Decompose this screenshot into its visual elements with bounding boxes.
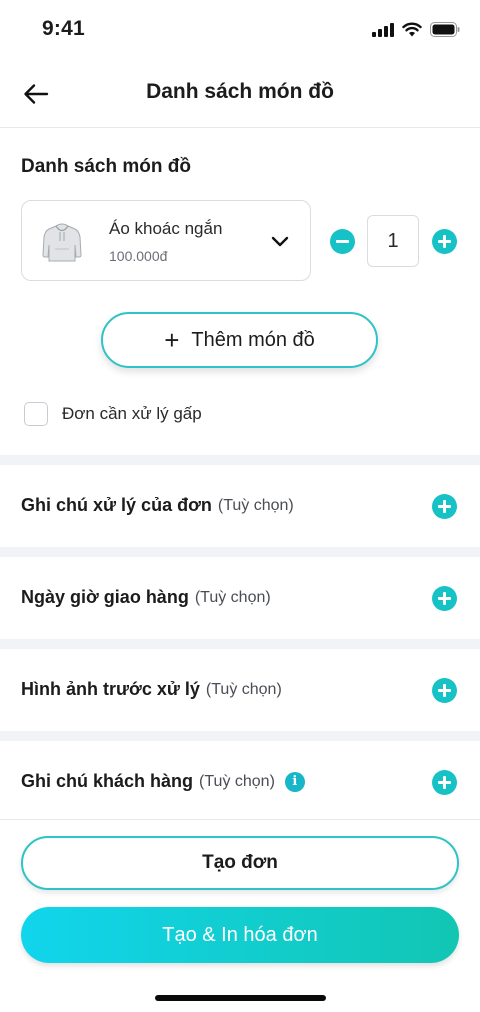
option-title: Ghi chú xử lý của đơn: [21, 495, 212, 515]
wifi-icon: [402, 22, 422, 37]
home-indicator: [155, 995, 326, 1001]
urgent-order-toggle[interactable]: Đơn cần xử lý gấp: [24, 401, 202, 427]
item-name: Áo khoác ngắn: [109, 219, 223, 238]
add-item-label: Thêm món đồ: [191, 328, 315, 351]
option-title: Ngày giờ giao hàng: [21, 587, 189, 607]
add-before-images-button[interactable]: [432, 678, 457, 703]
status-bar: 9:41: [0, 0, 480, 58]
option-row-delivery-time[interactable]: Ngày giờ giao hàng (Tuỳ chọn): [0, 557, 480, 639]
option-title: Hình ảnh trước xử lý: [21, 679, 200, 699]
section-divider: [0, 547, 480, 557]
option-optional-tag: (Tuỳ chọn): [194, 588, 271, 606]
add-processing-note-button[interactable]: [432, 494, 457, 519]
urgent-checkbox[interactable]: [24, 402, 48, 426]
items-section-title: Danh sách món đồ: [21, 156, 191, 177]
quantity-decrease-button[interactable]: [330, 229, 355, 254]
create-order-button[interactable]: Tạo đơn: [21, 836, 459, 890]
battery-icon: [430, 22, 460, 37]
option-label: Ngày giờ giao hàng (Tuỳ chọn): [21, 587, 271, 608]
page-title: Danh sách món đồ: [146, 80, 334, 103]
nav-bar: Danh sách món đồ: [0, 58, 480, 128]
quantity-field[interactable]: 1: [367, 215, 419, 267]
add-item-button[interactable]: + Thêm món đồ: [101, 312, 378, 368]
option-label: Ghi chú xử lý của đơn (Tuỳ chọn): [21, 495, 294, 516]
section-divider: [0, 731, 480, 741]
option-row-customer-note[interactable]: Ghi chú khách hàng (Tuỳ chọn) i: [0, 741, 480, 823]
option-row-before-images[interactable]: Hình ảnh trước xử lý (Tuỳ chọn): [0, 649, 480, 731]
bottom-divider: [0, 819, 480, 820]
add-delivery-time-button[interactable]: [432, 586, 457, 611]
info-icon[interactable]: i: [284, 771, 305, 792]
option-title: Ghi chú khách hàng: [21, 771, 194, 791]
status-time: 9:41: [42, 17, 85, 40]
cellular-signal-icon: [372, 22, 394, 37]
option-optional-tag: (Tuỳ chọn): [205, 680, 282, 698]
option-optional-tag: (Tuỳ chọn): [217, 496, 294, 514]
option-row-processing-note[interactable]: Ghi chú xử lý của đơn (Tuỳ chọn): [0, 465, 480, 547]
plus-icon: +: [164, 325, 180, 355]
option-optional-tag: (Tuỳ chọn): [199, 772, 275, 790]
hoodie-thumbnail-icon: [42, 223, 82, 262]
chevron-down-icon[interactable]: [268, 229, 292, 253]
create-and-print-button[interactable]: Tạo & In hóa đơn: [21, 907, 459, 963]
section-divider: [0, 639, 480, 649]
status-icons: [372, 22, 460, 37]
section-divider: [0, 455, 480, 465]
option-label: Ghi chú khách hàng (Tuỳ chọn) i: [21, 771, 305, 792]
quantity-increase-button[interactable]: [432, 229, 457, 254]
urgent-label: Đơn cần xử lý gấp: [62, 404, 202, 423]
item-price: 100.000đ: [109, 248, 168, 264]
item-card[interactable]: Áo khoác ngắn 100.000đ: [21, 200, 311, 281]
option-label: Hình ảnh trước xử lý (Tuỳ chọn): [21, 679, 282, 700]
add-customer-note-button[interactable]: [432, 770, 457, 795]
